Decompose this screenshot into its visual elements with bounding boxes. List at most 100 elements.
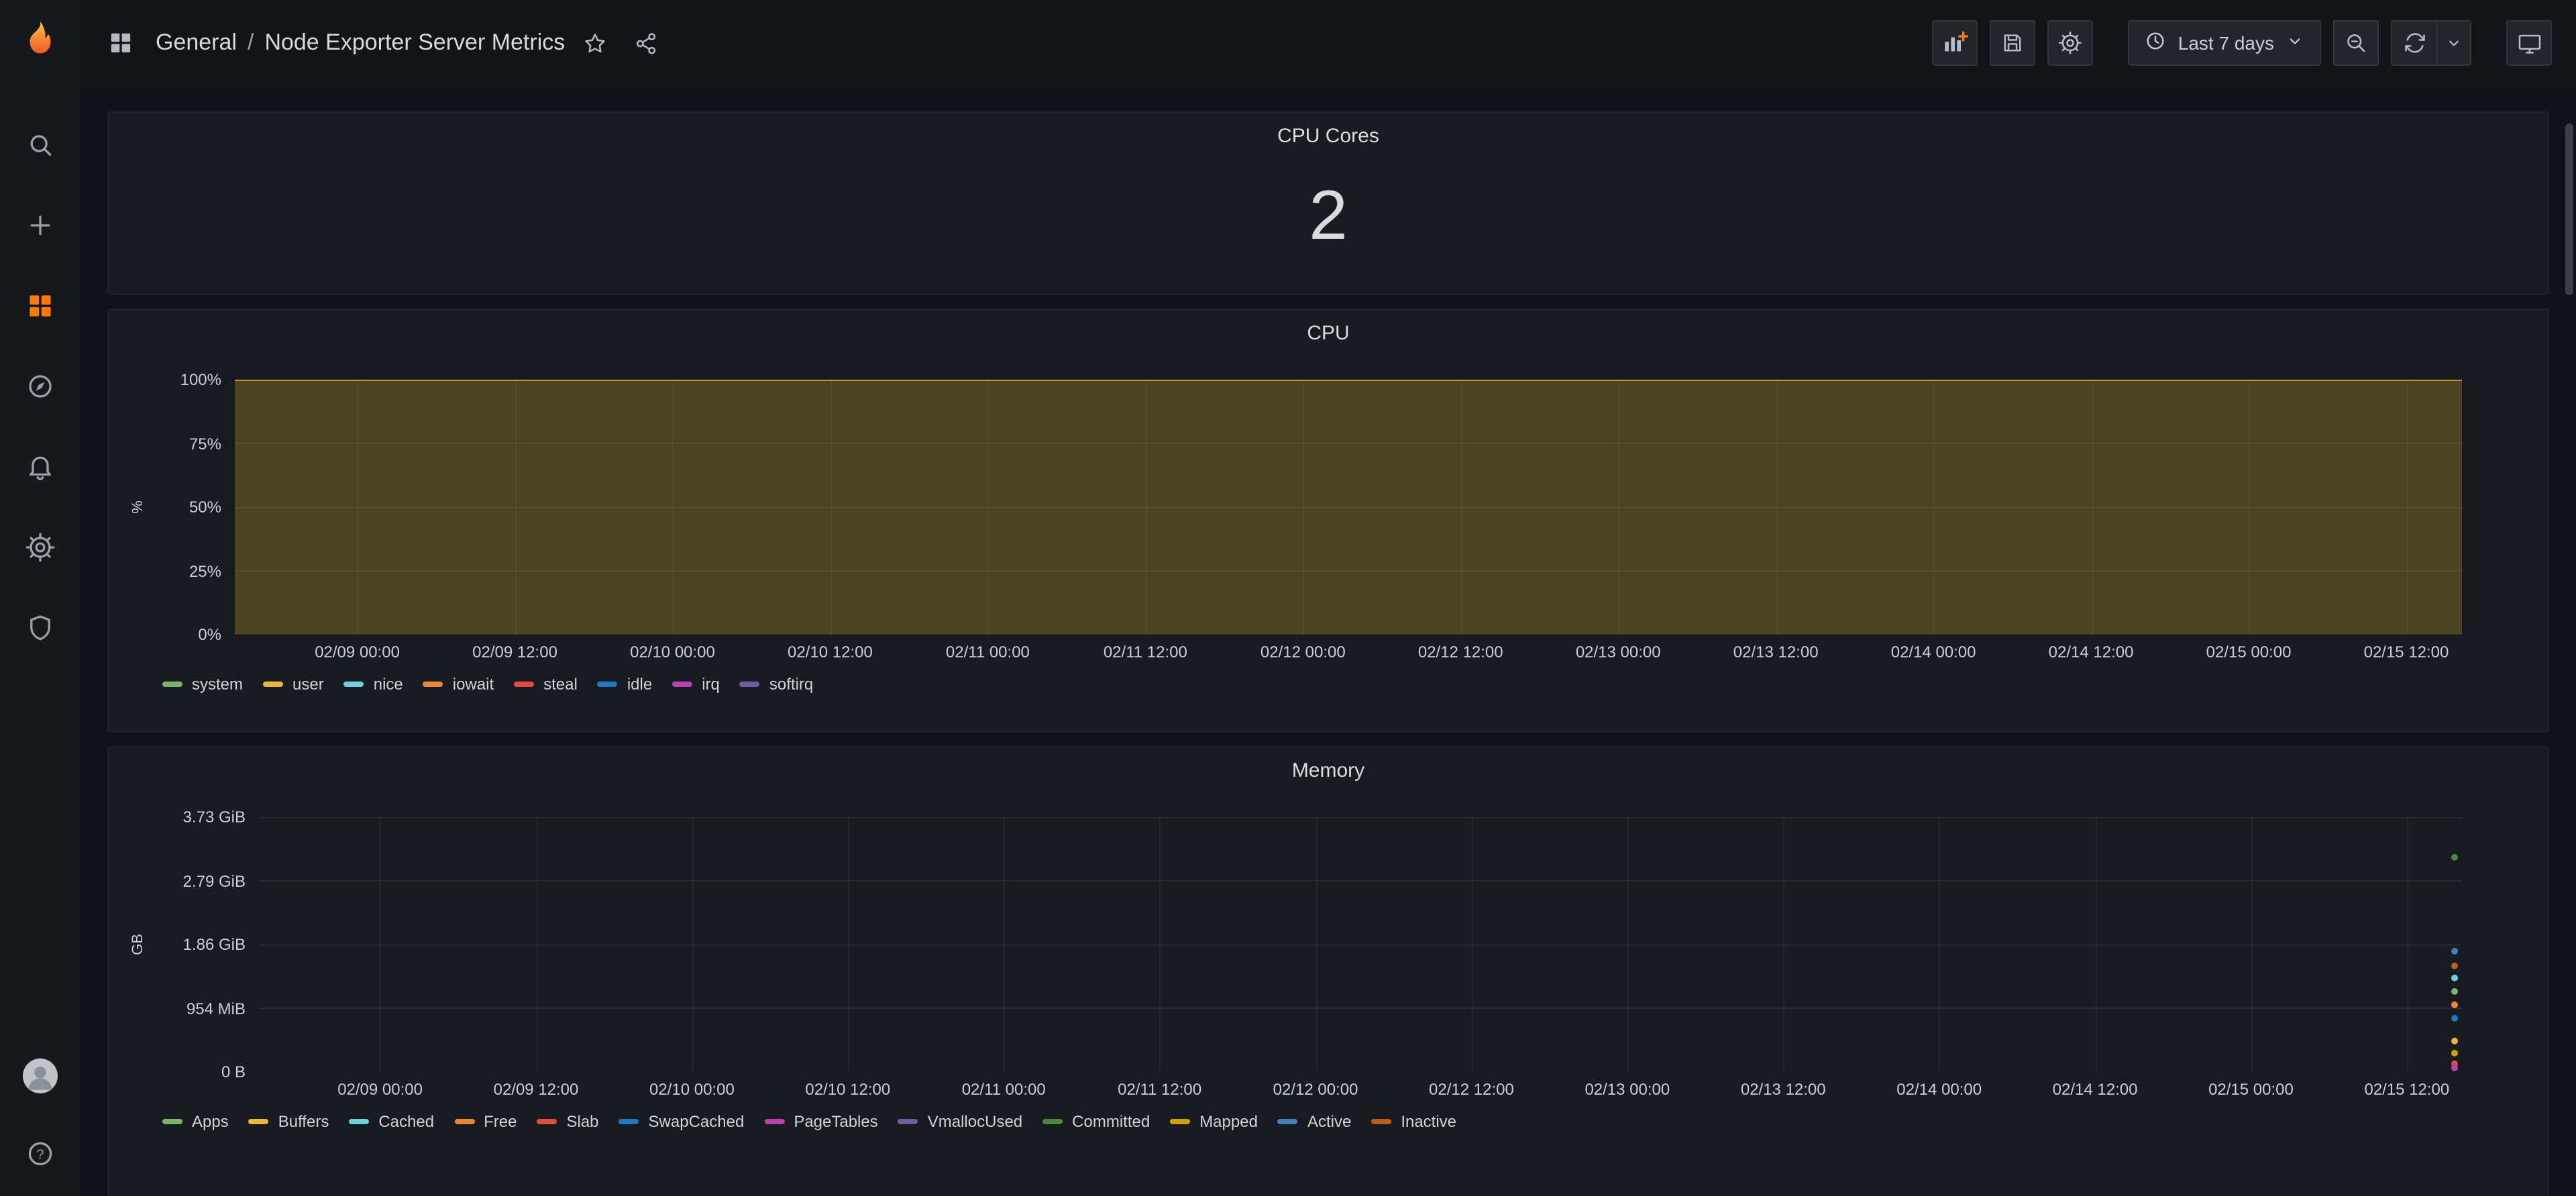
- create-icon[interactable]: [16, 201, 64, 250]
- legend-swatch: [162, 1119, 182, 1124]
- scrollbar-thumb[interactable]: [2565, 123, 2573, 295]
- main-area: General / Node Exporter Server Metrics: [80, 0, 2576, 1196]
- gridline-horizontal: [259, 817, 2462, 818]
- explore-compass-icon[interactable]: [16, 362, 64, 411]
- legend-item[interactable]: softirq: [740, 675, 813, 694]
- panel-title[interactable]: Memory: [125, 758, 2532, 785]
- add-panel-button[interactable]: [1933, 20, 1978, 66]
- x-axis: 02/09 00:0002/09 12:0002/10 00:0002/10 1…: [235, 635, 2462, 669]
- panel-title[interactable]: CPU: [125, 321, 2532, 347]
- refresh-button[interactable]: [2391, 20, 2436, 66]
- y-axis-tick: 0 B: [221, 1063, 246, 1081]
- series-endpoint-dot: [2451, 1065, 2458, 1072]
- x-axis-tick: 02/15 12:00: [2364, 1080, 2449, 1099]
- grafana-logo-icon[interactable]: [15, 13, 66, 64]
- share-icon[interactable]: [624, 21, 667, 64]
- x-axis-tick: 02/15 00:00: [2206, 643, 2292, 661]
- plot-area[interactable]: [235, 380, 2462, 635]
- page-title[interactable]: Node Exporter Server Metrics: [264, 30, 565, 56]
- legend-label: Slab: [566, 1112, 598, 1131]
- y-axis-title: GB: [130, 934, 146, 955]
- x-axis-tick: 02/12 00:00: [1273, 1080, 1358, 1099]
- legend-item[interactable]: nice: [344, 675, 403, 694]
- legend-item[interactable]: Free: [454, 1112, 517, 1131]
- legend-label: idle: [627, 675, 652, 694]
- y-axis-tick: 100%: [180, 370, 221, 389]
- legend-item[interactable]: irq: [672, 675, 720, 694]
- legend-item[interactable]: Mapped: [1170, 1112, 1258, 1131]
- legend-item[interactable]: iowait: [423, 675, 494, 694]
- legend-label: Inactive: [1401, 1112, 1456, 1131]
- dashboard-settings-button[interactable]: [2048, 20, 2094, 66]
- legend-swatch: [349, 1119, 369, 1124]
- legend-item[interactable]: Apps: [162, 1112, 229, 1131]
- legend-item[interactable]: Committed: [1042, 1112, 1150, 1131]
- stat-value: 2: [125, 150, 2532, 294]
- x-axis-tick: 02/11 00:00: [962, 1080, 1046, 1099]
- legend-item[interactable]: Active: [1278, 1112, 1351, 1131]
- dashboard-content: CPU Cores 2 CPU 100%75%50%25%0%% 02/09 0…: [80, 86, 2576, 1196]
- dashboards-icon[interactable]: [16, 282, 64, 330]
- legend-item[interactable]: Slab: [537, 1112, 598, 1131]
- panel-title[interactable]: CPU Cores: [125, 123, 2532, 150]
- time-range-picker[interactable]: Last 7 days: [2129, 20, 2321, 66]
- legend-label: Apps: [192, 1112, 229, 1131]
- x-axis-tick: 02/12 12:00: [1429, 1080, 1514, 1099]
- series-endpoint-dot: [2451, 853, 2458, 860]
- cycle-view-mode-button[interactable]: [2506, 20, 2552, 66]
- legend-item[interactable]: Inactive: [1371, 1112, 1456, 1131]
- help-icon[interactable]: ?: [16, 1129, 64, 1177]
- search-icon[interactable]: [16, 121, 64, 169]
- refresh-interval-caret[interactable]: [2436, 20, 2471, 66]
- gridline-vertical: [2407, 817, 2408, 1072]
- legend-label: Active: [1307, 1112, 1351, 1131]
- star-icon[interactable]: [573, 21, 616, 64]
- x-axis-tick: 02/10 00:00: [649, 1080, 735, 1099]
- legend-item[interactable]: user: [263, 675, 324, 694]
- legend-item[interactable]: SwapCached: [619, 1112, 745, 1131]
- legend-label: iowait: [453, 675, 494, 694]
- time-range-label: Last 7 days: [2178, 32, 2274, 54]
- plot-area[interactable]: [259, 817, 2462, 1072]
- server-admin-shield-icon[interactable]: [16, 604, 64, 652]
- refresh-button-group: [2391, 20, 2471, 66]
- configuration-gear-icon[interactable]: [16, 523, 64, 572]
- y-axis-tick: 75%: [189, 434, 221, 453]
- legend-item[interactable]: steal: [514, 675, 578, 694]
- legend-label: Free: [484, 1112, 517, 1131]
- legend-item[interactable]: Cached: [349, 1112, 434, 1131]
- legend-swatch: [454, 1119, 474, 1124]
- save-dashboard-button[interactable]: [1990, 20, 2036, 66]
- gridline-vertical: [1004, 817, 1005, 1072]
- clock-icon: [2145, 30, 2167, 56]
- cpu-chart: 100%75%50%25%0%% 02/09 00:0002/09 12:000…: [125, 380, 2532, 694]
- alerting-bell-icon[interactable]: [16, 443, 64, 491]
- legend-swatch: [514, 682, 534, 687]
- user-avatar[interactable]: [16, 1051, 64, 1099]
- x-axis-tick: 02/14 00:00: [1896, 1080, 1982, 1099]
- x-axis-tick: 02/15 00:00: [2208, 1080, 2294, 1099]
- series-endpoint-dot: [2451, 962, 2458, 969]
- legend-item[interactable]: idle: [598, 675, 652, 694]
- series-endpoint-dot: [2451, 948, 2458, 955]
- gridline-vertical: [1316, 817, 1317, 1072]
- legend-item[interactable]: Buffers: [249, 1112, 329, 1131]
- gridline-vertical: [380, 817, 382, 1072]
- gridline-vertical: [692, 817, 693, 1072]
- breadcrumb-section[interactable]: General: [156, 30, 237, 56]
- breadcrumb-separator: /: [248, 30, 254, 56]
- legend-item[interactable]: VmallocUsed: [898, 1112, 1022, 1131]
- legend-swatch: [1371, 1119, 1391, 1124]
- memory-chart: 3.73 GiB2.79 GiB1.86 GiB954 MiB0 BGB 02/…: [125, 817, 2532, 1131]
- dashboards-grid-icon[interactable]: [99, 21, 142, 64]
- gridline-horizontal: [259, 1008, 2462, 1009]
- legend-swatch: [162, 682, 182, 687]
- y-axis-tick: 25%: [189, 561, 221, 580]
- series-endpoint-dot: [2451, 1050, 2458, 1056]
- legend-item[interactable]: PageTables: [764, 1112, 877, 1131]
- series-endpoint-dot: [2451, 974, 2458, 981]
- gridline-vertical: [2095, 817, 2096, 1072]
- gridline-vertical: [536, 817, 537, 1072]
- zoom-out-button[interactable]: [2333, 20, 2379, 66]
- legend-item[interactable]: system: [162, 675, 243, 694]
